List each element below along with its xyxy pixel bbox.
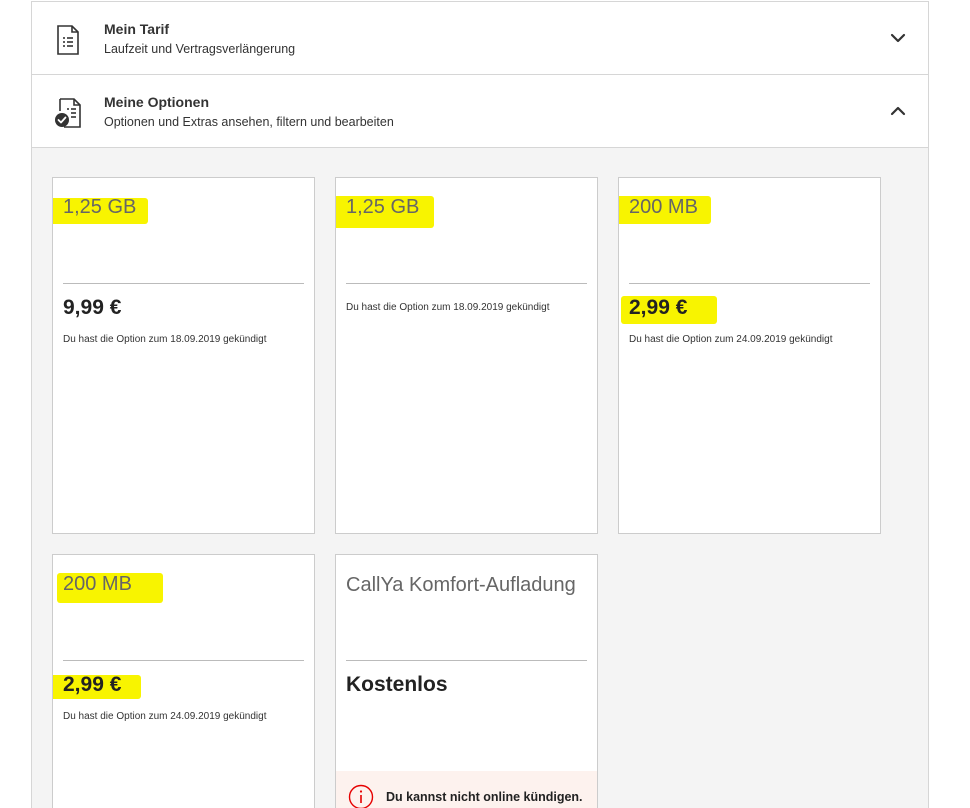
option-card[interactable]: 200 MB 2,99 € Du hast die Option zum 24.… <box>618 177 881 534</box>
document-check-icon <box>55 98 81 128</box>
info-icon <box>348 784 374 808</box>
notice-text: Du kannst nicht online kündigen. <box>386 790 583 804</box>
accordion-title: Meine Optionen <box>104 94 209 110</box>
option-price: 2,99 € <box>629 296 688 319</box>
chevron-up-icon[interactable] <box>890 103 906 119</box>
card-divider <box>63 283 304 284</box>
option-title: 1,25 GB <box>63 196 137 218</box>
chevron-down-icon[interactable] <box>890 30 906 46</box>
option-price: 9,99 € <box>63 296 122 319</box>
card-divider <box>63 660 304 661</box>
option-title: CallYa Komfort-Aufladung <box>346 574 576 596</box>
option-note: Du hast die Option zum 18.09.2019 gekünd… <box>346 302 550 313</box>
option-card[interactable]: 200 MB 2,99 € Du hast die Option zum 24.… <box>52 554 315 808</box>
card-divider <box>346 660 587 661</box>
document-list-icon <box>57 25 79 55</box>
option-title: 200 MB <box>629 196 698 218</box>
card-divider <box>346 283 587 284</box>
accordion-title: Mein Tarif <box>104 21 170 37</box>
option-card[interactable]: 1,25 GB Du hast die Option zum 18.09.201… <box>335 177 598 534</box>
accordion-subtitle: Optionen und Extras ansehen, filtern und… <box>104 115 394 129</box>
option-title: 1,25 GB <box>346 196 420 218</box>
card-divider <box>629 283 870 284</box>
option-card[interactable]: 1,25 GB 9,99 € Du hast die Option zum 18… <box>52 177 315 534</box>
option-price: 2,99 € <box>63 673 122 696</box>
option-note: Du hast die Option zum 24.09.2019 gekünd… <box>629 334 833 345</box>
option-note: Du hast die Option zum 18.09.2019 gekünd… <box>63 334 267 345</box>
option-note: Du hast die Option zum 24.09.2019 gekünd… <box>63 711 267 722</box>
accordion-mein-tarif[interactable]: Mein Tarif Laufzeit und Vertragsverlänge… <box>32 2 928 75</box>
option-price: Kostenlos <box>346 673 448 696</box>
accordion-subtitle: Laufzeit und Vertragsverlängerung <box>104 42 296 56</box>
accordion-meine-optionen[interactable]: Meine Optionen Optionen und Extras anseh… <box>32 75 928 148</box>
option-card[interactable]: CallYa Komfort-Aufladung Kostenlos Du ka… <box>335 554 598 808</box>
option-title: 200 MB <box>63 573 132 595</box>
